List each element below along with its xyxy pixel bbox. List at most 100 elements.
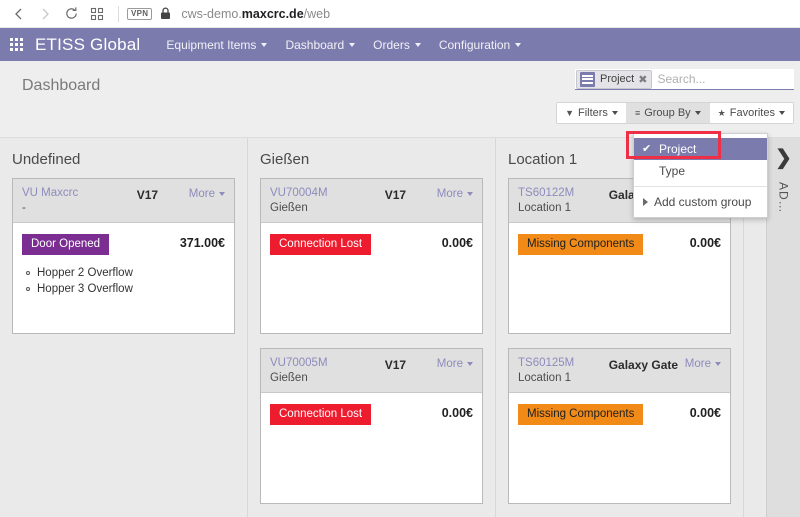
chevron-down-icon xyxy=(715,361,721,366)
lock-icon xyxy=(161,7,171,19)
search-input[interactable] xyxy=(654,72,800,86)
forward-button[interactable] xyxy=(32,1,58,27)
card-status-row: Missing Components 0.00€ xyxy=(518,403,721,426)
brand-title[interactable]: ETISS Global xyxy=(35,35,140,55)
nav-menu-label: Orders xyxy=(373,37,410,52)
kanban-card[interactable]: VU70004M Gießen V17 More Connection Lost… xyxy=(260,178,483,334)
filters-button-label: Filters xyxy=(577,107,608,119)
app-navbar: ETISS Global Equipment Items Dashboard O… xyxy=(0,28,800,61)
expand-panel-button[interactable]: ❯ xyxy=(775,148,792,168)
card-code: VU70004M xyxy=(270,187,328,199)
control-panel: Dashboard Project ✖ ▼ Filters ≡ Group By… xyxy=(0,61,800,138)
card-code: VU Maxcrc xyxy=(22,187,79,199)
card-more-label: More xyxy=(188,188,215,200)
favorites-button[interactable]: ★ Favorites xyxy=(709,103,793,123)
card-model: Galaxy Gate xyxy=(608,357,679,372)
kanban-card[interactable]: VU Maxcrc - V17 More Door Opened 371.00€ xyxy=(12,178,235,334)
reload-button[interactable] xyxy=(58,1,84,27)
group-by-button[interactable]: ≡ Group By xyxy=(626,103,710,123)
search-facet-project[interactable]: Project ✖ xyxy=(576,69,653,89)
card-identity: TS60125M Location 1 xyxy=(518,356,602,386)
card-more-label: More xyxy=(436,188,463,200)
card-amount: 0.00€ xyxy=(441,235,473,250)
search-bar[interactable]: Project ✖ xyxy=(575,69,800,90)
card-subtitle: - xyxy=(22,201,26,214)
card-header: TS60125M Location 1 Galaxy Gate More xyxy=(509,348,730,393)
card-subtitle: Location 1 xyxy=(518,371,572,384)
dropdown-item-type[interactable]: Type xyxy=(634,160,767,182)
card-subtitle: Gießen xyxy=(270,201,308,214)
site-security-button[interactable] xyxy=(160,7,171,20)
dropdown-item-add-custom-group[interactable]: Add custom group xyxy=(634,191,767,213)
nav-menu-dashboard[interactable]: Dashboard xyxy=(285,38,356,52)
card-status-row: Missing Components 0.00€ xyxy=(518,233,721,256)
card-subtitle: Location 1 xyxy=(518,201,572,214)
kanban-column-undefined: Undefined VU Maxcrc - V17 More Door Open… xyxy=(0,138,248,517)
dropdown-divider xyxy=(634,186,767,187)
nav-menu-configuration[interactable]: Configuration xyxy=(438,37,522,52)
filters-button[interactable]: ▼ Filters xyxy=(557,103,627,123)
nav-menu-orders[interactable]: Orders xyxy=(373,38,421,52)
card-amount: 0.00€ xyxy=(689,405,721,420)
dropdown-item-label: Add custom group xyxy=(654,195,752,209)
card-identity: VU70004M Gießen xyxy=(270,186,354,216)
view-toolbar: ▼ Filters ≡ Group By ★ Favorites xyxy=(556,102,794,124)
group-by-dropdown: ✔ Project Type Add custom group xyxy=(633,133,768,218)
card-more-label: More xyxy=(436,357,463,370)
url-bar[interactable]: cws-demo.maxcrc.de/web xyxy=(181,7,330,21)
vpn-badge: VPN xyxy=(127,7,153,20)
hamburger-icon: ≡ xyxy=(634,107,641,118)
card-identity: VU70005M Gießen xyxy=(270,356,354,386)
apps-grid-icon[interactable] xyxy=(10,38,23,51)
card-body: Connection Lost 0.00€ xyxy=(261,223,482,333)
alert-label: Hopper 2 Overflow xyxy=(37,267,133,280)
right-rail: ❯ AD… xyxy=(766,138,800,517)
browser-apps-button[interactable] xyxy=(84,1,110,27)
favorites-button-label: Favorites xyxy=(729,107,775,119)
group-by-button-label: Group By xyxy=(644,107,691,119)
card-more-label: More xyxy=(684,357,711,370)
chevron-down-icon xyxy=(467,192,473,196)
card-header: VU70005M Gießen V17 More xyxy=(261,348,482,393)
back-button[interactable] xyxy=(6,1,32,27)
kanban-card[interactable]: TS60125M Location 1 Galaxy Gate More Mis… xyxy=(508,347,731,504)
status-badge: Missing Components xyxy=(518,233,644,256)
card-more-button[interactable]: More xyxy=(437,356,473,370)
dropdown-item-label: Project xyxy=(659,142,697,156)
card-model: V17 xyxy=(136,188,159,202)
card-amount: 371.00€ xyxy=(179,235,225,250)
nav-menu-equipment-items[interactable]: Equipment Items xyxy=(166,37,268,52)
alert-label: Hopper 3 Overflow xyxy=(37,283,133,296)
card-status-row: Door Opened 371.00€ xyxy=(22,233,225,256)
close-icon[interactable]: ✖ xyxy=(636,73,651,86)
card-more-button[interactable]: More xyxy=(685,356,721,370)
url-path: /web xyxy=(303,6,331,21)
status-badge: Door Opened xyxy=(22,233,110,256)
kanban-column-title: Undefined xyxy=(12,151,81,168)
nav-menu-label: Configuration xyxy=(438,37,511,52)
card-code: VU70005M xyxy=(270,356,328,369)
card-identity: VU Maxcrc - xyxy=(22,186,106,216)
nav-menu-label: Equipment Items xyxy=(166,37,257,52)
chevron-down-icon xyxy=(219,192,225,196)
list-item: Hopper 3 Overflow xyxy=(22,281,225,297)
chevron-down-icon xyxy=(611,111,618,115)
chevron-down-icon xyxy=(694,111,701,115)
chevron-left-icon xyxy=(15,8,22,19)
card-more-button[interactable]: More xyxy=(189,186,225,200)
card-model: V17 xyxy=(384,357,407,372)
card-more-button[interactable]: More xyxy=(437,186,473,200)
kanban-column-title: Gießen xyxy=(260,151,310,168)
page-title: Dashboard xyxy=(22,77,101,94)
kanban-card[interactable]: VU70005M Gießen V17 More Connection Lost… xyxy=(260,347,483,504)
dropdown-item-project[interactable]: ✔ Project xyxy=(634,138,767,160)
kanban-column-giessen: Gießen VU70004M Gießen V17 More Connecti… xyxy=(248,138,496,517)
toolbar-divider xyxy=(118,5,119,22)
rail-label: AD… xyxy=(776,182,791,214)
chevron-right-icon xyxy=(42,8,49,19)
list-item: Hopper 2 Overflow xyxy=(22,265,225,281)
chevron-down-icon xyxy=(414,42,421,47)
chevron-down-icon xyxy=(515,42,522,47)
card-alert-list: Hopper 2 Overflow Hopper 3 Overflow xyxy=(22,265,225,297)
card-code: TS60122M xyxy=(518,187,575,199)
